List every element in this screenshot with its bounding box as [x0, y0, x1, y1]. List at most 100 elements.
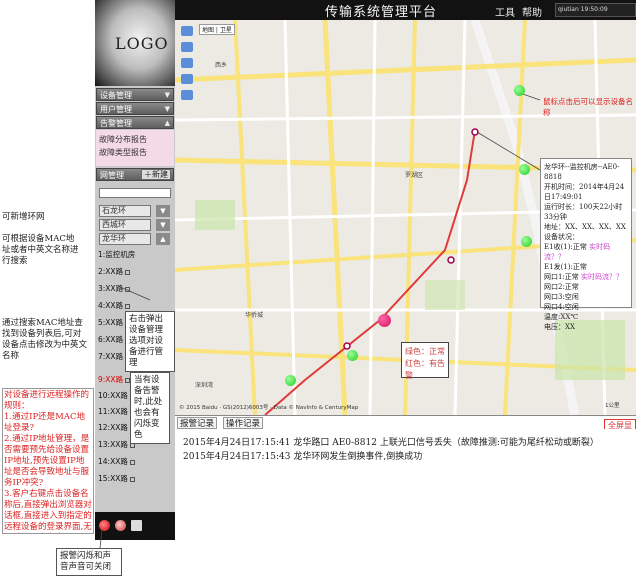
green-node-icon[interactable] — [514, 85, 525, 96]
user-status: qiutian 19:50:09 — [555, 3, 636, 17]
node-item[interactable]: 4:XX路 — [98, 301, 131, 311]
node-label: 7:XX路 — [98, 352, 124, 361]
note-search: 可根据设备MAC地址或者中英文名称进行搜索 — [2, 234, 79, 266]
submenu-fault-distribution[interactable]: 故障分布报告 — [99, 133, 171, 146]
alarm-record: 2015年4月24日17:15:43 龙华环网发生倒换事件,倒换成功 — [183, 452, 423, 462]
popup-line: 运行时长：100天22小时33分钟 — [544, 203, 623, 221]
menu-alarm-mgmt[interactable]: 告警管理 ▲ — [96, 116, 174, 129]
map-district-label: 深圳湾 — [195, 382, 214, 389]
alarm-tabs: 报警记录 操作记录 — [175, 415, 636, 429]
note-sound: 报警闪烁和声音声音可关闭 — [56, 548, 122, 576]
note-alarm-device: 当有设备告警时,此处也会有闪烁变色 — [130, 372, 170, 444]
device-info-popup: 龙华环--监控机房--AE0-8818 开机时间：2014年4月24日17:49… — [540, 158, 632, 331]
login-flow-line: 1.通过IP还是MAC地址登录? — [4, 412, 86, 433]
node-item[interactable]: 2:XX路 — [98, 267, 131, 277]
map-view[interactable]: 地图 | 卫星 罗湖区 华侨城 深圳湾 西乡 鼠标点击后可以显示设备名称 龙华环… — [175, 20, 636, 415]
node-label: 15:XX路 — [98, 474, 128, 483]
green-node-icon[interactable] — [521, 236, 532, 247]
new-ring-button[interactable]: ＋新建 — [141, 169, 171, 180]
node-item[interactable]: 14:XX路 — [98, 457, 135, 467]
node-item-alarm[interactable]: 9:XX路 — [98, 375, 131, 385]
popup-line: 网口2:正常 — [544, 283, 579, 291]
note-right-menu: 右击弹出设备管理选项对设备进行管理 — [125, 311, 175, 372]
submenu-fault-type[interactable]: 故障类型报告 — [99, 146, 171, 159]
map-type-toggle[interactable]: 地图 | 卫星 — [199, 24, 235, 35]
status-legend: 绿色：正常 红色：有告警 — [401, 342, 449, 380]
ring-shilong[interactable]: 石龙环 ▼ — [99, 205, 170, 217]
node-label: 12:XX路 — [98, 423, 128, 432]
map-type-map[interactable]: 地图 — [202, 27, 214, 34]
node-label: 14:XX路 — [98, 457, 128, 466]
node-checkbox[interactable] — [129, 459, 135, 465]
legend-ok: 绿色：正常 — [405, 347, 445, 356]
tab-alarm-records[interactable]: 报警记录 — [177, 417, 218, 429]
note-map-click: 鼠标点击后可以显示设备名称 — [543, 97, 633, 117]
node-label: 11:XX路 — [98, 407, 128, 416]
node-checkbox[interactable] — [125, 303, 131, 309]
tab-operation-records[interactable]: 操作记录 — [223, 417, 264, 429]
node-checkbox[interactable] — [125, 269, 131, 275]
ring-label: 西城环 — [102, 220, 126, 229]
note-new-ring: 可新增环网 — [2, 212, 45, 222]
sound-icon[interactable] — [115, 520, 126, 531]
node-item[interactable]: 15:XX路 — [98, 474, 135, 484]
node-label: 6:XX路 — [98, 335, 124, 344]
alarm-flash-icon[interactable] — [99, 520, 110, 531]
node-label: 1:监控机房 — [98, 250, 136, 259]
green-node-icon[interactable] — [285, 375, 296, 386]
alarm-record: 2015年4月24日17:15:41 龙华路口 AE0-8812 上联光口信号丢… — [183, 438, 599, 448]
popup-line: 网口4:空闲 — [544, 303, 579, 311]
popup-line: 地址：XX、XX、XX、XX — [544, 223, 626, 231]
note-mac-search: 通过搜索MAC地址查找到设备列表后,可对设备点击修改为中英文名称 — [2, 318, 88, 361]
map-copyright: © 2015 Baidu · GS(2012)6003号 · Data © Na… — [179, 405, 359, 411]
node-checkbox[interactable] — [129, 476, 135, 482]
popup-line: E1发(1):正常 — [544, 263, 587, 271]
node-item[interactable]: 3:XX路 — [98, 284, 131, 294]
alarm-records-panel: 2015年4月24日17:15:41 龙华路口 AE0-8812 上联光口信号丢… — [175, 429, 636, 540]
chevron-up-icon: ▲ — [164, 119, 170, 127]
menu-device-mgmt[interactable]: 设备管理 ▼ — [96, 88, 174, 101]
ring-longhua[interactable]: 龙华环 ▲ — [99, 233, 170, 245]
popup-line: 设备状况： — [544, 233, 579, 241]
speaker-icon[interactable] — [131, 520, 142, 531]
popup-line: 网口1:正常 实时码流？？ — [544, 273, 624, 281]
green-node-icon[interactable] — [519, 164, 530, 175]
logo: LOGO — [95, 0, 175, 86]
login-flow-line: 对设备进行远程操作的规则： — [4, 390, 90, 411]
chevron-down-icon: ▼ — [164, 105, 170, 113]
bottom-icon-bar — [95, 512, 175, 540]
node-label: 9:XX路 — [98, 375, 124, 384]
popup-line: 网口3:空闲 — [544, 293, 579, 301]
login-flow-line: 2.通过IP地址管理，是否需要预先给设备设置IP地址,预先设置IP地址是否会导致… — [4, 434, 90, 488]
popup-line: 龙华环--监控机房--AE0-8818 — [544, 163, 620, 181]
popup-line: E1收(1):正常 实时码流？？ — [544, 243, 611, 261]
popup-line: 开机时间：2014年4月24日17:49:01 — [544, 183, 625, 201]
red-node-icon[interactable] — [378, 314, 391, 327]
ring-xicheng[interactable]: 西城环 ▼ — [99, 219, 170, 231]
help-menu[interactable]: 帮助 — [522, 4, 542, 19]
map-district-label: 华侨城 — [245, 312, 264, 319]
node-label: 10:XX路 — [98, 391, 128, 400]
menu-label: 用户管理 — [100, 105, 132, 114]
ring-label: 龙华环 — [102, 234, 126, 243]
node-label: 2:XX路 — [98, 267, 124, 276]
menu-label: 网管理 — [100, 171, 124, 180]
new-button-label: 新建 — [152, 170, 168, 179]
popup-line: 电压：XX — [544, 323, 575, 331]
green-node-icon[interactable] — [347, 350, 358, 361]
logo-text: LOGO — [115, 34, 169, 53]
map-district-label: 罗湖区 — [405, 172, 424, 179]
sidebar: LOGO 设备管理 ▼ 用户管理 ▼ 告警管理 ▲ 故障分布报告 故障类型报告 网管理… — [95, 0, 175, 540]
menu-label: 告警管理 — [100, 119, 132, 128]
node-item[interactable]: 1:监控机房 — [98, 250, 135, 260]
popup-line: 温度:XX℃ — [544, 313, 579, 321]
map-type-satellite[interactable]: 卫星 — [220, 27, 232, 34]
menu-network[interactable]: 网管理 ＋新建 — [96, 168, 174, 181]
menu-user-mgmt[interactable]: 用户管理 ▼ — [96, 102, 174, 115]
tools-menu[interactable]: 工具 — [495, 4, 515, 19]
ring-search-input[interactable] — [99, 188, 171, 198]
title-bar: 传输系统管理平台 工具 帮助 qiutian 19:50:09 — [175, 0, 636, 20]
map-district-label: 西乡 — [215, 62, 228, 69]
node-checkbox[interactable] — [125, 286, 131, 292]
zoom-control-icon[interactable] — [181, 26, 193, 126]
